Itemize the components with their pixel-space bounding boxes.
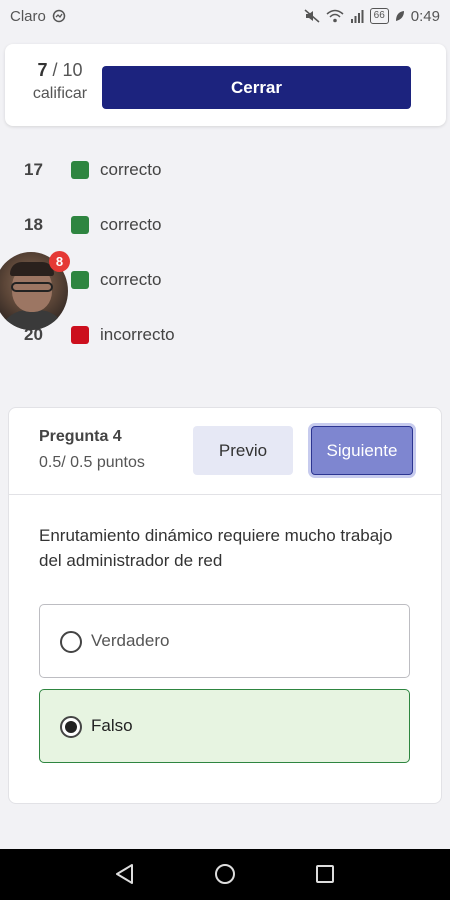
leaf-icon <box>395 11 404 21</box>
answer-number: 17 <box>24 160 43 179</box>
avatar-glasses <box>11 282 53 292</box>
battery-icon: 66 <box>369 8 389 24</box>
answer-row-17[interactable]: 17 correcto <box>0 150 450 190</box>
answer-status: incorrecto <box>100 325 175 344</box>
back-icon[interactable] <box>114 863 136 885</box>
correct-status-icon <box>71 271 89 289</box>
home-icon[interactable] <box>214 863 236 885</box>
question-title: Pregunta 4 <box>39 428 122 445</box>
wifi-icon <box>326 9 344 23</box>
correct-status-icon <box>71 216 89 234</box>
clock: 0:49 <box>410 7 440 25</box>
answer-row-18[interactable]: 18 correcto <box>0 205 450 245</box>
answer-status: correcto <box>100 160 162 179</box>
option-verdadero[interactable]: Verdadero <box>39 604 410 678</box>
score-label: calificar <box>32 85 88 102</box>
answer-status: correcto <box>100 270 162 289</box>
score-total: / 10 <box>52 60 83 80</box>
signal-icon <box>350 10 364 23</box>
radio-selected-icon[interactable] <box>60 716 82 738</box>
carrier-label: Claro <box>10 7 46 25</box>
score-summary: 7 / 10 calificar <box>20 60 100 103</box>
incorrect-status-icon <box>71 326 89 344</box>
navigation-bar <box>0 849 450 900</box>
option-label: Verdadero <box>91 631 170 650</box>
mute-icon <box>304 9 320 23</box>
notification-badge: 8 <box>49 251 70 272</box>
score-card: 7 / 10 calificar Cerrar <box>5 44 446 126</box>
answer-number: 18 <box>24 215 43 234</box>
question-card: Pregunta 4 0.5/ 0.5 puntos Previo Siguie… <box>8 407 442 804</box>
question-points: 0.5/ 0.5 puntos <box>39 454 145 471</box>
answer-status: correcto <box>100 215 162 234</box>
option-label: Falso <box>91 716 133 735</box>
next-button[interactable]: Siguiente <box>311 426 413 475</box>
option-falso[interactable]: Falso <box>39 689 410 763</box>
question-text: Enrutamiento dinámico requiere mucho tra… <box>39 526 393 570</box>
close-button[interactable]: Cerrar <box>102 66 411 109</box>
score-value: 7 <box>37 60 48 80</box>
answer-row-20[interactable]: 20 incorrecto <box>0 315 450 355</box>
avatar-shirt <box>0 310 68 330</box>
correct-status-icon <box>71 161 89 179</box>
question-header: Pregunta 4 0.5/ 0.5 puntos Previo Siguie… <box>9 408 441 495</box>
previous-button[interactable]: Previo <box>193 426 293 475</box>
radio-unselected-icon[interactable] <box>60 631 82 653</box>
recent-apps-icon[interactable] <box>315 864 335 884</box>
status-bar: Claro 66 0:49 <box>0 0 450 32</box>
data-saver-icon <box>52 9 66 23</box>
avatar-hair <box>10 262 54 276</box>
